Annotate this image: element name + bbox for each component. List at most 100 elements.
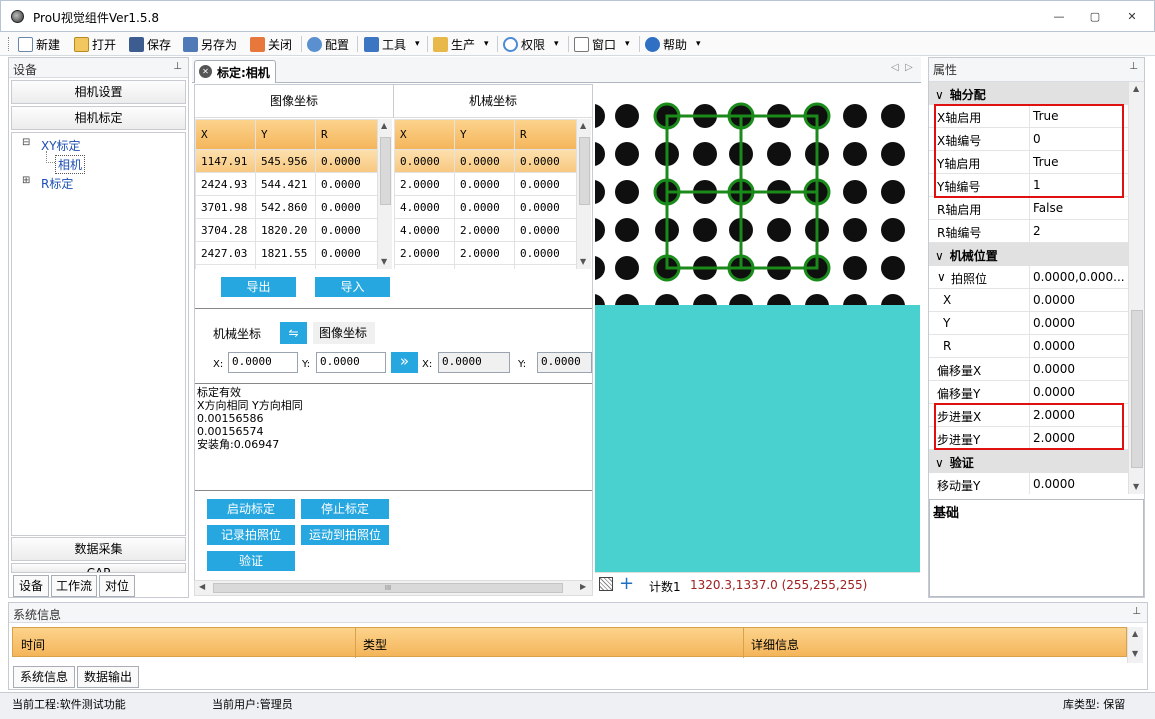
scroll-thumb[interactable]: III <box>213 583 563 593</box>
table-row[interactable]: 3704.28 1820.20 0.0000 <box>195 218 377 242</box>
property-value[interactable]: 0.0000 <box>1033 316 1075 330</box>
table-cell[interactable]: 1820.20 <box>255 218 316 242</box>
table-row[interactable]: 1149.571823.170.0000 <box>195 264 377 269</box>
input-x-field[interactable]: 0.0000 <box>228 352 298 373</box>
chevron-down-icon[interactable]: ∨ <box>937 270 946 284</box>
maximize-button[interactable]: ▢ <box>1088 11 1102 23</box>
scroll-right-icon[interactable]: ▶ <box>580 582 586 591</box>
table-cell[interactable]: 2.0000 <box>454 241 515 265</box>
tree-item-r-calibration[interactable]: R标定 <box>41 175 73 192</box>
pin-icon[interactable]: ⊥ <box>173 61 182 72</box>
table-cell[interactable]: 0.0000 <box>454 172 515 196</box>
table-row[interactable]: 2427.03 1821.55 0.0000 <box>195 241 377 265</box>
fit-image-icon[interactable] <box>599 577 613 591</box>
table-cell[interactable]: 1821.55 <box>255 241 316 265</box>
stop-calibration-button[interactable]: 停止标定 <box>301 499 389 519</box>
pin-icon[interactable]: ⊥ <box>1132 606 1141 617</box>
table-cell[interactable]: 2.0000 <box>394 172 455 196</box>
table-cell[interactable]: 0.0000 <box>514 218 576 242</box>
pin-icon[interactable]: ⊥ <box>1129 61 1138 72</box>
export-button[interactable]: 导出 <box>221 277 296 297</box>
property-value[interactable]: False <box>1033 201 1063 215</box>
table-cell[interactable]: 0.0000 <box>514 264 576 269</box>
table-cell[interactable]: 0.0000 <box>454 195 515 219</box>
crosshair-icon[interactable]: + <box>619 573 634 595</box>
table-cell[interactable]: 0.0000 <box>394 149 455 173</box>
table-cell[interactable]: 544.421 <box>255 172 316 196</box>
table-cell[interactable]: 1823.17 <box>255 264 316 269</box>
property-row[interactable]: ∨ 拍照位 0.0000,0.000... <box>929 266 1128 289</box>
open-button[interactable]: 打开 <box>74 35 116 53</box>
table-cell[interactable]: 0.0000 <box>315 172 377 196</box>
permission-menu[interactable]: 权限 ▾ <box>503 35 559 53</box>
tree-item-camera[interactable]: 相机 <box>55 155 86 174</box>
tab-prev-icon[interactable]: ◁ <box>891 62 899 73</box>
table-cell[interactable]: 0.0000 <box>514 172 576 196</box>
property-category[interactable]: ∨ 轴分配 <box>929 82 1128 105</box>
table-row[interactable]: 2.0000 0.0000 0.0000 <box>394 172 576 196</box>
table-cell[interactable]: 3701.98 <box>195 195 256 219</box>
tab-alignment[interactable]: 对位 <box>99 575 135 597</box>
scroll-down-icon[interactable]: ▼ <box>580 257 586 266</box>
property-row[interactable]: Y 0.0000 <box>929 312 1128 335</box>
scroll-up-icon[interactable]: ▲ <box>580 121 586 130</box>
table-row[interactable]: 0.00002.00000.0000 <box>394 264 576 269</box>
image-grid-scrollbar[interactable]: ▲ ▼ <box>377 119 392 269</box>
camera-settings-button[interactable]: 相机设置 <box>11 80 186 104</box>
property-row[interactable]: X 0.0000 <box>929 289 1128 312</box>
table-cell[interactable]: 542.860 <box>255 195 316 219</box>
property-value[interactable]: 2 <box>1033 224 1041 238</box>
property-row[interactable]: 移动量Y 0.0000 <box>929 473 1128 494</box>
tab-system-info[interactable]: 系统信息 <box>13 666 75 688</box>
save-button[interactable]: 保存 <box>129 35 171 53</box>
property-row[interactable]: R 0.0000 <box>929 335 1128 358</box>
table-cell[interactable]: 2424.93 <box>195 172 256 196</box>
scroll-down-icon[interactable]: ▼ <box>1133 482 1139 491</box>
property-scrollbar[interactable]: ▲ ▼ <box>1128 82 1144 494</box>
production-menu[interactable]: 生产 ▾ <box>433 35 489 53</box>
scroll-left-icon[interactable]: ◀ <box>199 582 205 591</box>
tree-expand-icon[interactable]: ⊟ <box>22 137 30 148</box>
property-value[interactable]: 0.0000 <box>1033 293 1075 307</box>
table-cell[interactable]: 0.0000 <box>315 195 377 219</box>
table-cell[interactable]: 545.956 <box>255 149 316 173</box>
convert-button[interactable]: » <box>391 352 418 373</box>
table-cell[interactable]: 2.0000 <box>394 241 455 265</box>
table-cell[interactable]: 0.0000 <box>514 149 576 173</box>
table-cell[interactable]: 3704.28 <box>195 218 256 242</box>
record-photo-position-button[interactable]: 记录拍照位 <box>207 525 295 545</box>
start-calibration-button[interactable]: 启动标定 <box>207 499 295 519</box>
save-as-button[interactable]: 另存为 <box>183 35 237 53</box>
new-button[interactable]: 新建 <box>18 35 60 53</box>
machine-grid-scrollbar[interactable]: ▲ ▼ <box>576 119 591 269</box>
table-row[interactable]: 2.0000 2.0000 0.0000 <box>394 241 576 265</box>
tab-device[interactable]: 设备 <box>13 575 49 597</box>
camera-calibration-button[interactable]: 相机标定 <box>11 106 186 130</box>
table-cell[interactable]: 0.0000 <box>315 264 377 269</box>
scroll-up-icon[interactable]: ▲ <box>381 121 387 130</box>
verify-button[interactable]: 验证 <box>207 551 295 571</box>
scroll-down-icon[interactable]: ▼ <box>1132 649 1138 658</box>
property-value[interactable]: 0.0000 <box>1033 362 1075 376</box>
data-collection-button[interactable]: 数据采集 <box>11 537 186 561</box>
tab-next-icon[interactable]: ▷ <box>905 62 913 73</box>
table-row[interactable]: 0.0000 0.0000 0.0000 <box>394 149 576 173</box>
table-row[interactable]: 4.0000 0.0000 0.0000 <box>394 195 576 219</box>
property-row[interactable]: 偏移量Y 0.0000 <box>929 381 1128 404</box>
property-category[interactable]: ∨ 验证 <box>929 450 1128 473</box>
scroll-thumb[interactable] <box>1131 310 1143 468</box>
image-viewer[interactable] <box>595 84 920 572</box>
property-row[interactable]: R轴编号 2 <box>929 220 1128 243</box>
tree-collapse-icon[interactable]: ⊞ <box>22 175 30 186</box>
table-cell[interactable]: 0.0000 <box>315 241 377 265</box>
window-menu[interactable]: 窗口 ▾ <box>574 35 630 53</box>
config-button[interactable]: 配置 <box>307 35 349 53</box>
table-cell[interactable]: 4.0000 <box>394 218 455 242</box>
input-y-field[interactable]: 0.0000 <box>316 352 386 373</box>
scroll-up-icon[interactable]: ▲ <box>1132 629 1138 638</box>
help-menu[interactable]: 帮助 ▾ <box>645 35 701 53</box>
swap-button[interactable]: ⇋ <box>280 322 307 344</box>
tab-calibration-camera[interactable]: ✕ 标定:相机 <box>194 60 276 83</box>
tab-data-output[interactable]: 数据输出 <box>77 666 139 688</box>
close-window-button[interactable]: ✕ <box>1125 11 1139 23</box>
